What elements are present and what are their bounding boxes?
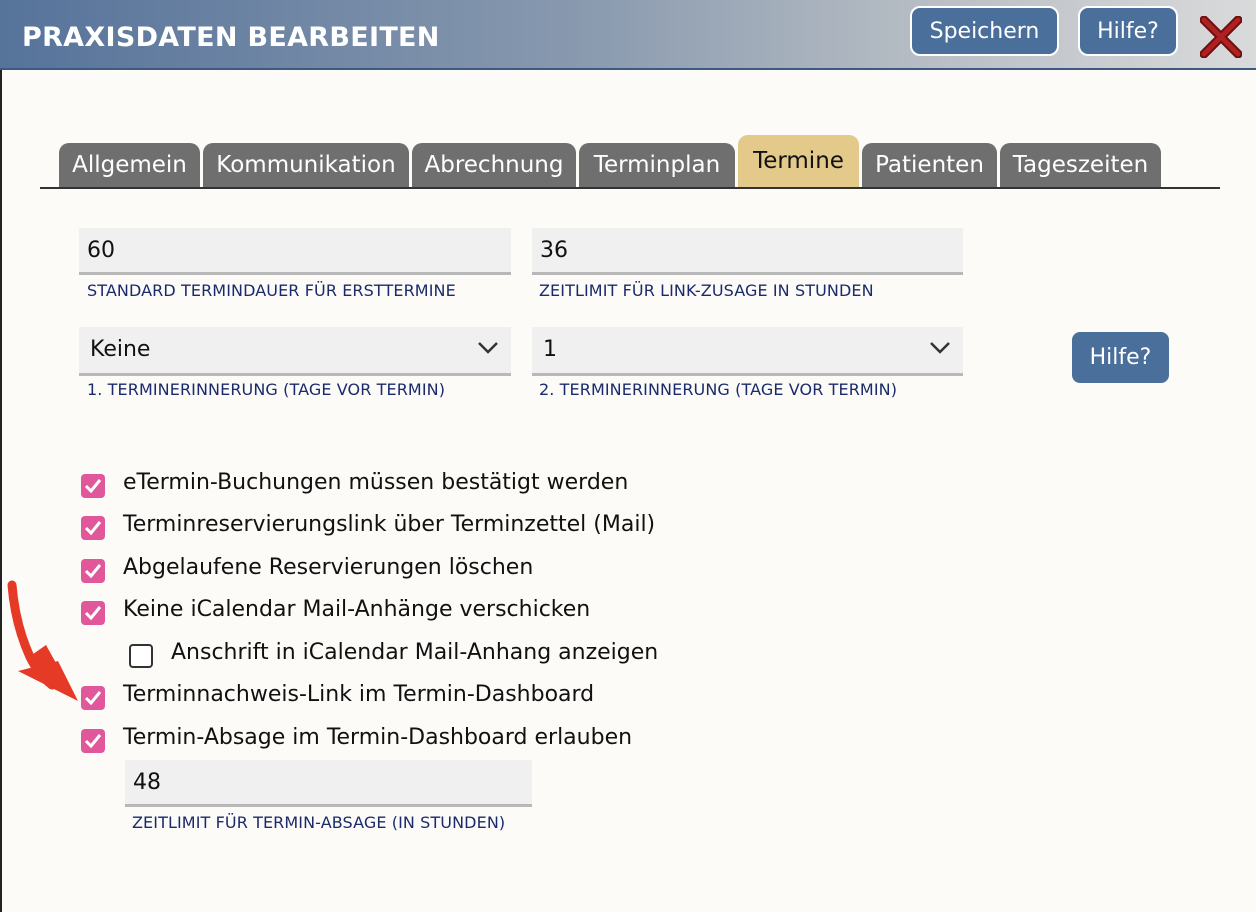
annotation-arrow-icon	[7, 580, 78, 701]
cancel-timeout-value: 48	[133, 770, 161, 795]
standard-duration-value: 60	[87, 238, 115, 263]
tab-abrechnung[interactable]: Abrechnung	[412, 143, 576, 187]
close-icon[interactable]	[1200, 16, 1242, 58]
tab-termine[interactable]: Termine	[738, 135, 859, 187]
checkmark-icon	[84, 521, 102, 536]
window-title: PRAXISDATEN BEARBEITEN	[22, 22, 440, 53]
tab-kommunikation[interactable]: Kommunikation	[203, 143, 409, 187]
title-bar: PRAXISDATEN BEARBEITEN Speichern Hilfe?	[0, 0, 1256, 70]
reminder2-select[interactable]: 1	[532, 327, 963, 376]
save-button[interactable]: Speichern	[910, 6, 1059, 56]
reminder1-select[interactable]: Keine	[79, 327, 511, 376]
link-timeout-input[interactable]: 36	[532, 228, 963, 275]
chevron-down-icon	[478, 342, 498, 354]
help-button[interactable]: Hilfe?	[1078, 6, 1178, 56]
checkbox-label: Terminnachweis-Link im Termin-Dashboard	[123, 682, 595, 707]
checkbox-show-address[interactable]	[129, 644, 153, 668]
tab-patienten[interactable]: Patienten	[862, 143, 997, 187]
tab-allgemein[interactable]: Allgemein	[59, 143, 200, 187]
reminder1-value: Keine	[90, 337, 151, 362]
tab-divider	[40, 187, 1220, 189]
checkmark-icon	[84, 734, 102, 749]
standard-duration-label: STANDARD TERMINDAUER FÜR ERSTTERMINE	[87, 281, 456, 300]
reminder-help-button[interactable]: Hilfe?	[1072, 332, 1169, 383]
chevron-down-icon	[930, 342, 950, 354]
link-timeout-value: 36	[540, 238, 568, 263]
checkbox-label: Keine iCalendar Mail-Anhänge verschicken	[123, 597, 591, 622]
checkbox-reservation-link[interactable]	[81, 516, 105, 540]
checkbox-label: Termin-Absage im Termin-Dashboard erlaub…	[123, 725, 633, 750]
checkbox-confirm-bookings[interactable]	[81, 474, 105, 498]
cancel-timeout-label: ZEITLIMIT FÜR TERMIN-ABSAGE (IN STUNDEN)	[132, 813, 506, 832]
tab-tageszeiten[interactable]: Tageszeiten	[1000, 143, 1161, 187]
window-border	[0, 70, 2, 912]
reminder2-value: 1	[543, 337, 557, 362]
checkbox-label: Terminreservierungslink über Terminzette…	[123, 512, 656, 537]
checkbox-label: Anschrift in iCalendar Mail-Anhang anzei…	[171, 640, 659, 665]
reminder2-label: 2. TERMINERINNERUNG (TAGE VOR TERMIN)	[539, 380, 898, 399]
checkbox-label: Abgelaufene Reservierungen löschen	[123, 555, 534, 580]
standard-duration-input[interactable]: 60	[79, 228, 511, 275]
checkbox-label: eTermin-Buchungen müssen bestätigt werde…	[123, 470, 629, 495]
link-timeout-label: ZEITLIMIT FÜR LINK-ZUSAGE IN STUNDEN	[539, 281, 874, 300]
checkbox-allow-cancellation[interactable]	[81, 729, 105, 753]
checkmark-icon	[84, 479, 102, 494]
reminder1-label: 1. TERMINERINNERUNG (TAGE VOR TERMIN)	[87, 380, 446, 399]
tab-terminplan[interactable]: Terminplan	[579, 143, 735, 187]
cancel-timeout-input[interactable]: 48	[125, 760, 532, 807]
